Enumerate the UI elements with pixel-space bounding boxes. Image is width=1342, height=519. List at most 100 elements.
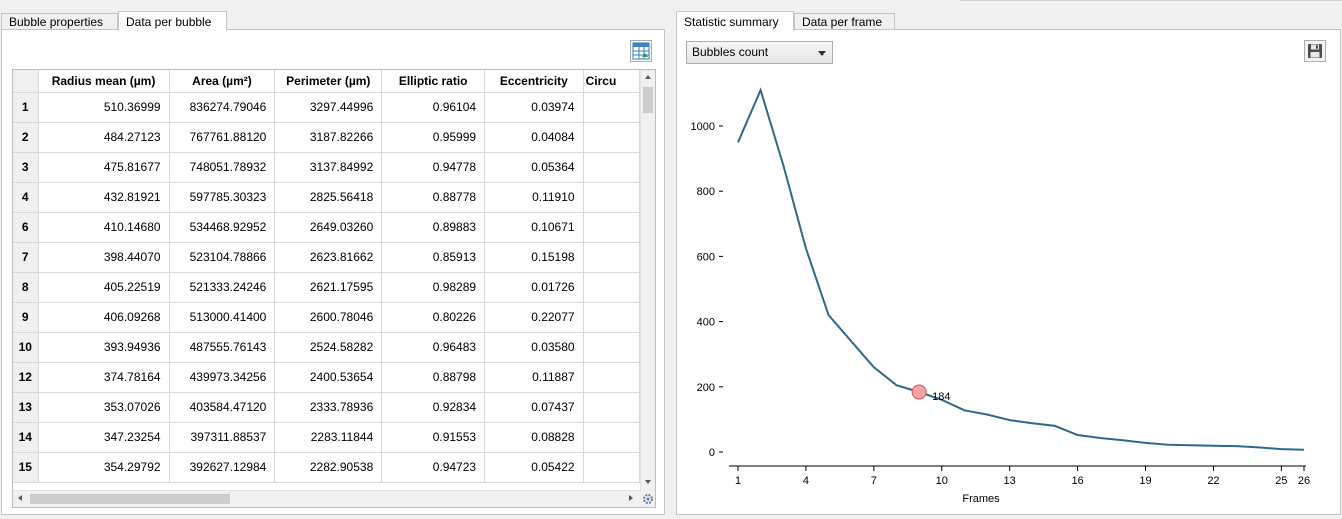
cell-perimeter[interactable]: 2333.78936	[274, 392, 383, 423]
tab-data-per-bubble[interactable]: Data per bubble	[118, 11, 227, 31]
cell-radius-mean[interactable]: 410.14680	[38, 212, 170, 243]
cell-perimeter[interactable]: 2600.78046	[274, 302, 383, 333]
cell-eccentricity[interactable]: 0.03580	[484, 332, 584, 363]
cell-area[interactable]: 513000.41400	[169, 302, 276, 333]
column-header-circularity[interactable]: Circu	[583, 70, 640, 93]
cell-radius-mean[interactable]: 354.29792	[38, 452, 170, 483]
cell-circularity[interactable]	[583, 362, 640, 393]
row-header[interactable]: 9	[13, 302, 39, 333]
cell-radius-mean[interactable]: 353.07026	[38, 392, 170, 423]
cell-eccentricity[interactable]: 0.03974	[484, 92, 584, 123]
row-header[interactable]: 14	[13, 422, 39, 453]
scroll-right-arrow-icon[interactable]	[629, 495, 633, 501]
row-header[interactable]: 4	[13, 182, 39, 213]
cell-eccentricity[interactable]: 0.11910	[484, 182, 584, 213]
cell-eccentricity[interactable]: 0.15198	[484, 242, 584, 273]
cell-area[interactable]: 767761.88120	[169, 122, 276, 153]
horizontal-scroll-thumb[interactable]	[30, 494, 230, 504]
scroll-up-arrow-icon[interactable]	[645, 75, 651, 79]
cell-elliptic-ratio[interactable]: 0.92834	[381, 392, 486, 423]
tab-bubble-properties[interactable]: Bubble properties	[1, 13, 118, 30]
cell-circularity[interactable]	[583, 302, 640, 333]
cell-eccentricity[interactable]: 0.10671	[484, 212, 584, 243]
cell-elliptic-ratio[interactable]: 0.96483	[381, 332, 486, 363]
table-row[interactable]: 4 432.81921 597785.30323 2825.56418 0.88778 0…	[13, 182, 640, 213]
table-row[interactable]: 10 393.94936 487555.76143 2524.58282 0.96483…	[13, 332, 640, 363]
cell-perimeter[interactable]: 2623.81662	[274, 242, 383, 273]
cell-perimeter[interactable]: 2282.90538	[274, 452, 383, 483]
cell-area[interactable]: 748051.78932	[169, 152, 276, 183]
cell-eccentricity[interactable]: 0.05364	[484, 152, 584, 183]
row-header[interactable]: 6	[13, 212, 39, 243]
cell-perimeter[interactable]: 2825.56418	[274, 182, 383, 213]
cell-circularity[interactable]	[583, 452, 640, 483]
cell-radius-mean[interactable]: 406.09268	[38, 302, 170, 333]
cell-circularity[interactable]	[583, 182, 640, 213]
cell-eccentricity[interactable]: 0.11887	[484, 362, 584, 393]
table-row[interactable]: 6 410.14680 534468.92952 2649.03260 0.89883 0…	[13, 212, 640, 243]
cell-radius-mean[interactable]: 393.94936	[38, 332, 170, 363]
scroll-left-arrow-icon[interactable]	[18, 495, 22, 501]
row-header[interactable]: 13	[13, 392, 39, 423]
column-header-area[interactable]: Area (µm²)	[169, 70, 276, 93]
table-row[interactable]: 1 510.36999 836274.79046 3297.44996 0.96104 0…	[13, 92, 640, 123]
cell-area[interactable]: 534468.92952	[169, 212, 276, 243]
cell-radius-mean[interactable]: 484.27123	[38, 122, 170, 153]
cell-area[interactable]: 523104.78866	[169, 242, 276, 273]
cell-radius-mean[interactable]: 432.81921	[38, 182, 170, 213]
cell-circularity[interactable]	[583, 392, 640, 423]
cell-elliptic-ratio[interactable]: 0.91553	[381, 422, 486, 453]
cell-elliptic-ratio[interactable]: 0.94723	[381, 452, 486, 483]
cell-eccentricity[interactable]: 0.22077	[484, 302, 584, 333]
vertical-scroll-thumb[interactable]	[643, 87, 653, 113]
cell-circularity[interactable]	[583, 332, 640, 363]
cell-area[interactable]: 439973.34256	[169, 362, 276, 393]
column-header-perimeter[interactable]: Perimeter (µm)	[274, 70, 383, 93]
table-row[interactable]: 12 374.78164 439973.34256 2400.53654 0.88798…	[13, 362, 640, 393]
cell-radius-mean[interactable]: 374.78164	[38, 362, 170, 393]
column-header-radius-mean[interactable]: Radius mean (µm)	[38, 70, 170, 93]
cell-radius-mean[interactable]: 398.44070	[38, 242, 170, 273]
cell-circularity[interactable]	[583, 272, 640, 303]
cell-eccentricity[interactable]: 0.07437	[484, 392, 584, 423]
cell-elliptic-ratio[interactable]: 0.88778	[381, 182, 486, 213]
cell-perimeter[interactable]: 3187.82266	[274, 122, 383, 153]
scroll-down-arrow-icon[interactable]	[645, 480, 651, 484]
horizontal-scrollbar[interactable]	[13, 490, 640, 507]
cell-eccentricity[interactable]: 0.05422	[484, 452, 584, 483]
cell-perimeter[interactable]: 2400.53654	[274, 362, 383, 393]
row-header[interactable]: 10	[13, 332, 39, 363]
table-corner[interactable]	[13, 70, 39, 93]
table-row[interactable]: 13 353.07026 403584.47120 2333.78936 0.92834…	[13, 392, 640, 423]
table-row[interactable]: 2 484.27123 767761.88120 3187.82266 0.95999 0…	[13, 122, 640, 153]
table-row[interactable]: 15 354.29792 392627.12984 2282.90538 0.94723…	[13, 452, 640, 483]
cell-eccentricity[interactable]: 0.08828	[484, 422, 584, 453]
cell-perimeter[interactable]: 2283.11844	[274, 422, 383, 453]
cell-elliptic-ratio[interactable]: 0.89883	[381, 212, 486, 243]
tab-data-per-frame[interactable]: Data per frame	[794, 13, 895, 30]
export-table-button[interactable]	[630, 40, 652, 62]
cell-elliptic-ratio[interactable]: 0.95999	[381, 122, 486, 153]
column-header-elliptic-ratio[interactable]: Elliptic ratio	[381, 70, 486, 93]
row-header[interactable]: 12	[13, 362, 39, 393]
row-header[interactable]: 2	[13, 122, 39, 153]
cell-elliptic-ratio[interactable]: 0.98289	[381, 272, 486, 303]
row-header[interactable]: 7	[13, 242, 39, 273]
vertical-scrollbar[interactable]	[640, 70, 655, 490]
cell-circularity[interactable]	[583, 152, 640, 183]
cell-radius-mean[interactable]: 405.22519	[38, 272, 170, 303]
cell-circularity[interactable]	[583, 242, 640, 273]
tab-statistic-summary[interactable]: Statistic summary	[676, 11, 794, 31]
cell-elliptic-ratio[interactable]: 0.85913	[381, 242, 486, 273]
cell-area[interactable]: 487555.76143	[169, 332, 276, 363]
cell-area[interactable]: 597785.30323	[169, 182, 276, 213]
table-settings-button[interactable]	[640, 490, 655, 507]
cell-elliptic-ratio[interactable]: 0.94778	[381, 152, 486, 183]
row-header[interactable]: 15	[13, 452, 39, 483]
cell-area[interactable]: 397311.88537	[169, 422, 276, 453]
cell-radius-mean[interactable]: 475.81677	[38, 152, 170, 183]
highlighted-point[interactable]	[911, 384, 927, 400]
cell-eccentricity[interactable]: 0.01726	[484, 272, 584, 303]
cell-radius-mean[interactable]: 510.36999	[38, 92, 170, 123]
cell-elliptic-ratio[interactable]: 0.96104	[381, 92, 486, 123]
